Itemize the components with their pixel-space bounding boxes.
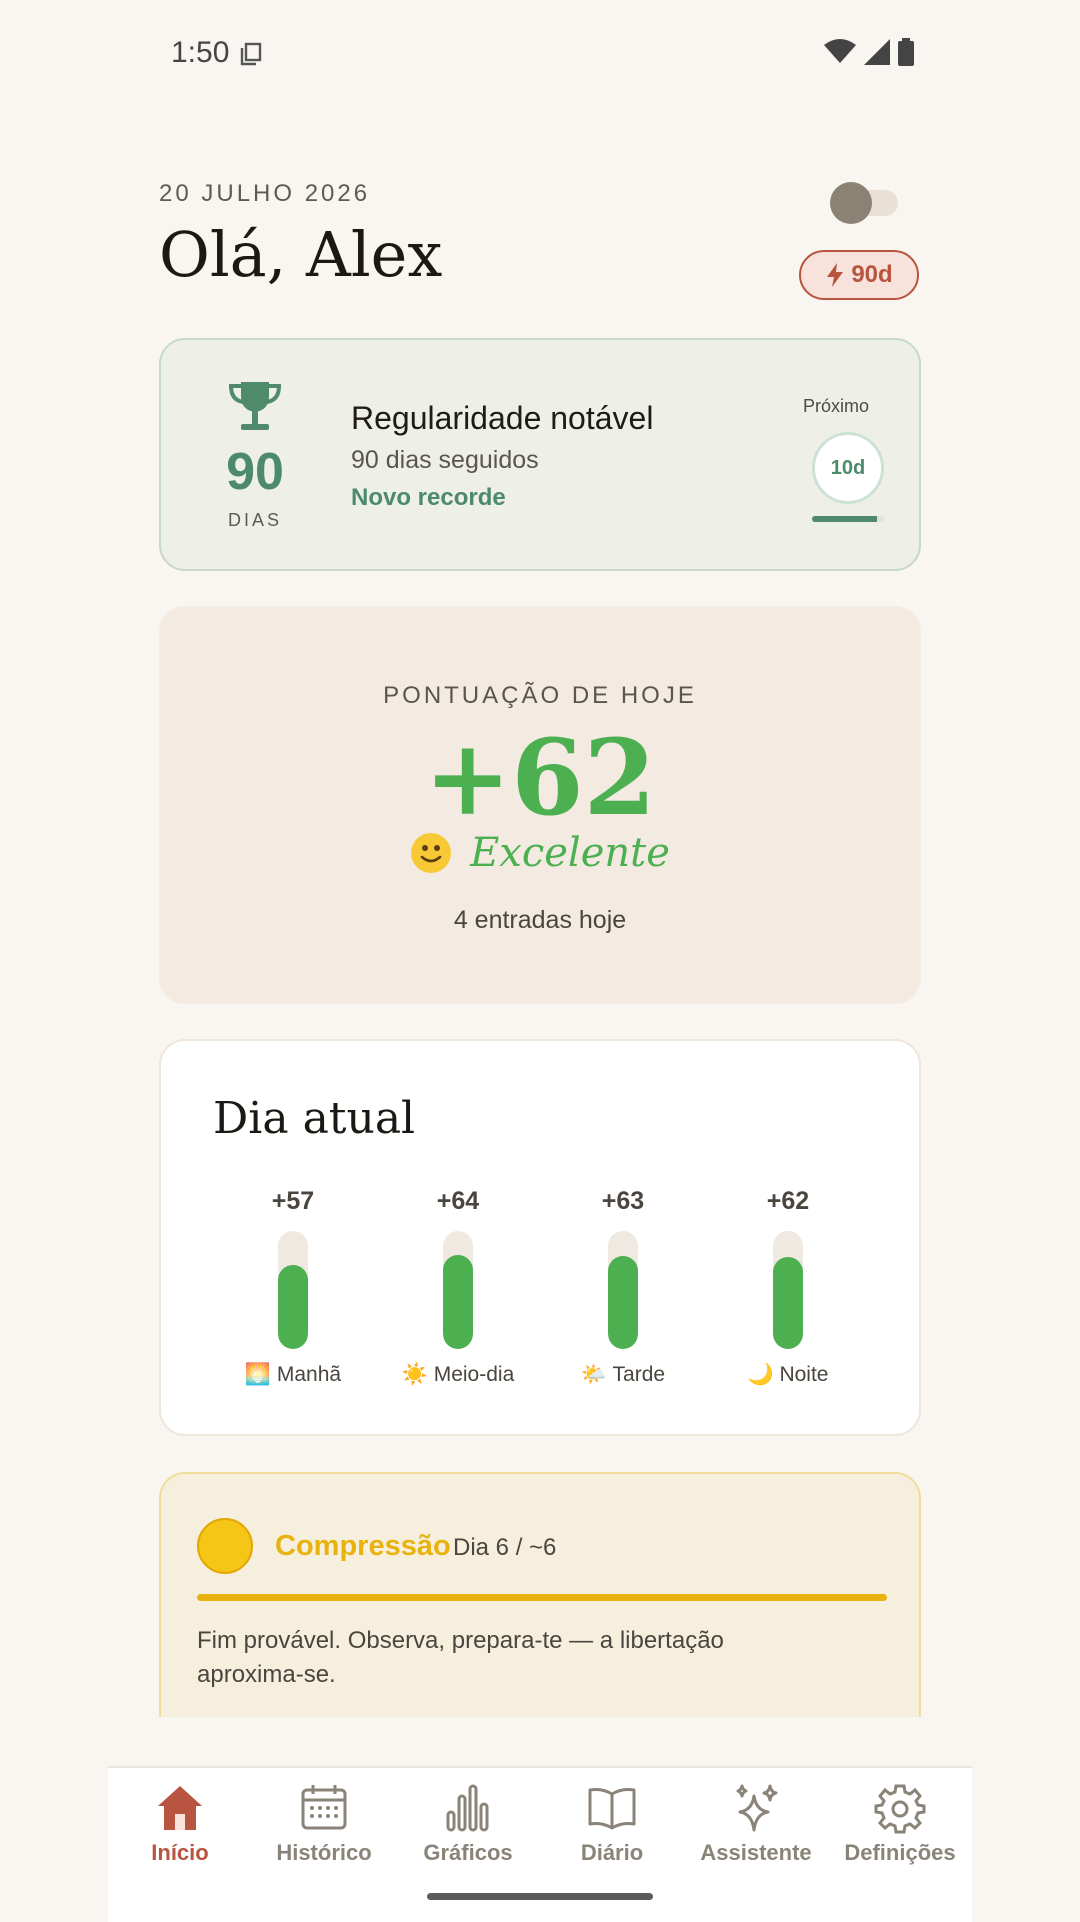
- day-slot-morning[interactable]: +57 🌅 Manhã: [211, 1187, 375, 1387]
- next-milestone-value: 10d: [830, 456, 866, 479]
- day-slot-midday[interactable]: +64 ☀️ Meio-dia: [376, 1187, 540, 1387]
- bar-chart-icon: [446, 1784, 489, 1832]
- streak-badge-label: 90d: [851, 261, 893, 288]
- streak-days-unit: DIAS: [227, 510, 282, 530]
- theme-toggle[interactable]: [830, 182, 898, 224]
- nav-item-historico[interactable]: Histórico: [252, 1782, 396, 1866]
- calendar-icon: [301, 1785, 347, 1830]
- nav-label: Início: [151, 1840, 209, 1865]
- nav-label: Gráficos: [423, 1840, 513, 1865]
- phase-progress-bar: [197, 1594, 887, 1601]
- today-score-card: PONTUAÇÃO DE HOJE +62 Excelente 4 entrad…: [159, 606, 921, 1004]
- slot-bar-fill: [443, 1254, 473, 1349]
- slot-value: +57: [271, 1187, 315, 1215]
- slot-label: 🌅 Manhã: [244, 1363, 342, 1386]
- yellow-circle-icon: [197, 1518, 253, 1574]
- nav-label: Assistente: [700, 1840, 812, 1865]
- slot-value: +62: [766, 1187, 810, 1215]
- streak-badge[interactable]: 90d: [799, 250, 919, 300]
- slot-label: ☀️ Meio-dia: [401, 1363, 515, 1386]
- smiley-icon: [411, 833, 452, 873]
- nav-label: Diário: [580, 1840, 644, 1865]
- next-milestone-badge: 10d: [812, 432, 884, 504]
- achievement-card[interactable]: 90 DIAS Regularidade notável 90 dias seg…: [159, 338, 921, 571]
- phase-day: Dia 6 / ~6: [453, 1534, 557, 1561]
- clipboard-notification-icon: [240, 42, 262, 66]
- slot-value: +63: [601, 1187, 645, 1215]
- nav-item-inicio[interactable]: Início: [108, 1782, 252, 1866]
- streak-days-count: 90: [226, 443, 284, 501]
- nav-item-graficos[interactable]: Gráficos: [396, 1782, 540, 1866]
- nav-item-definicoes[interactable]: Definições: [828, 1782, 972, 1866]
- lightning-icon: [827, 263, 844, 287]
- slot-bar-fill: [278, 1265, 308, 1349]
- book-icon: [588, 1788, 636, 1830]
- current-day-title: Dia atual: [213, 1093, 416, 1144]
- score-mood: Excelente: [159, 830, 921, 876]
- slot-bar-track: [443, 1231, 473, 1349]
- home-icon: [158, 1786, 202, 1830]
- phase-title: Compressão: [275, 1530, 451, 1562]
- gear-icon: [874, 1784, 926, 1834]
- wifi-icon: [824, 39, 856, 63]
- slot-bar-track: [278, 1231, 308, 1349]
- day-slot-night[interactable]: +62 🌙 Noite: [706, 1187, 870, 1387]
- slot-label: 🌙 Noite: [747, 1363, 829, 1386]
- home-indicator: [427, 1893, 653, 1900]
- milestone-progress-bar: [812, 516, 884, 522]
- slot-bar-fill: [773, 1256, 803, 1349]
- status-time: 1:50: [171, 36, 230, 69]
- next-milestone-label: Próximo: [802, 396, 869, 416]
- sparkles-icon: [736, 1784, 778, 1832]
- greeting: Olá, Alex: [159, 218, 443, 291]
- slot-label: 🌤️ Tarde: [580, 1363, 666, 1386]
- slot-bar-track: [773, 1231, 803, 1349]
- milestone-progress-fill: [812, 516, 877, 522]
- nav-item-diario[interactable]: Diário: [540, 1782, 684, 1866]
- achievement-subtitle: 90 dias seguidos: [351, 446, 539, 474]
- slot-bar-fill: [608, 1255, 638, 1349]
- toggle-knob: [830, 182, 872, 224]
- day-slot-afternoon[interactable]: +63 🌤️ Tarde: [541, 1187, 705, 1387]
- nav-label: Histórico: [276, 1840, 372, 1865]
- score-label: PONTUAÇÃO DE HOJE: [383, 682, 697, 709]
- nav-item-assistente[interactable]: Assistente: [684, 1782, 828, 1866]
- current-date: 20 JULHO 2026: [159, 180, 371, 207]
- achievement-title: Regularidade notável: [351, 400, 654, 436]
- new-record-label: Novo recorde: [351, 484, 506, 511]
- trophy-icon: [228, 382, 282, 430]
- slot-bar-track: [608, 1231, 638, 1349]
- slot-value: +64: [436, 1187, 480, 1215]
- nav-label: Definições: [844, 1840, 956, 1865]
- phase-card[interactable]: Compressão Dia 6 / ~6 Fim provável. Obse…: [159, 1472, 921, 1717]
- score-value: +62: [424, 716, 656, 839]
- mood-label: Excelente: [470, 830, 670, 876]
- current-day-card: Dia atual +57 🌅 Manhã +64 ☀️ Meio-dia +6…: [159, 1039, 921, 1436]
- signal-icon: [864, 39, 890, 65]
- status-icons: [824, 38, 914, 66]
- battery-icon: [898, 38, 914, 66]
- phase-description: Fim provável. Observa, prepara-te — a li…: [197, 1627, 724, 1688]
- entries-count: 4 entradas hoje: [453, 906, 627, 934]
